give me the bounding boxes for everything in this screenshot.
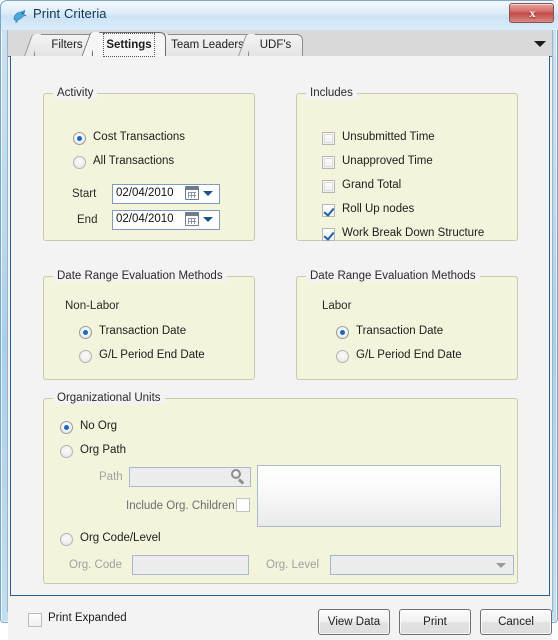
- checkbox-unsubmitted-time-label[interactable]: Unsubmitted Time: [342, 131, 435, 143]
- org-path-label: Path: [99, 471, 123, 483]
- radio-nonlabor-transaction-date-label[interactable]: Transaction Date: [99, 325, 186, 337]
- org-path-listbox[interactable]: [257, 465, 501, 527]
- checkbox-unapproved-time[interactable]: [322, 156, 335, 169]
- radio-no-org[interactable]: [60, 421, 73, 434]
- radio-cost-transactions[interactable]: [73, 132, 86, 145]
- labor-date-range-group: Date Range Evaluation Methods Labor Tran…: [296, 270, 518, 380]
- organizational-units-group: Organizational Units No Org Org Path Pat…: [43, 392, 518, 584]
- end-date-label: End: [77, 214, 98, 226]
- checkbox-unapproved-time-label[interactable]: Unapproved Time: [342, 155, 433, 167]
- title-bar: Print Criteria x: [1, 1, 558, 30]
- checkbox-wbs[interactable]: [322, 228, 335, 241]
- checkbox-wbs-label[interactable]: Work Break Down Structure: [342, 227, 484, 239]
- calendar-icon: [185, 186, 199, 200]
- nonlabor-subtitle: Non-Labor: [65, 300, 120, 312]
- tab-settings[interactable]: Settings: [92, 32, 166, 57]
- close-icon: x: [529, 6, 536, 20]
- checkbox-roll-up-nodes-label[interactable]: Roll Up nodes: [342, 203, 414, 215]
- activity-group-title: Activity: [53, 87, 98, 99]
- chevron-down-icon: [496, 563, 506, 568]
- start-date-label: Start: [72, 188, 97, 200]
- checkbox-unsubmitted-time[interactable]: [322, 132, 335, 145]
- settings-tab-page: Activity Cost Transactions All Transacti…: [10, 56, 550, 596]
- checkbox-print-expanded-label[interactable]: Print Expanded: [48, 612, 127, 624]
- radio-nonlabor-gl-period-end-date[interactable]: [79, 350, 92, 363]
- checkbox-include-org-children[interactable]: [236, 498, 250, 512]
- checkbox-print-expanded[interactable]: [28, 613, 42, 627]
- dialog-footer: Print Expanded View Data Print Cancel: [8, 596, 552, 640]
- radio-labor-transaction-date[interactable]: [336, 326, 349, 339]
- radio-org-path[interactable]: [60, 445, 73, 458]
- radio-all-transactions[interactable]: [73, 156, 86, 169]
- radio-cost-transactions-label[interactable]: Cost Transactions: [93, 131, 185, 143]
- org-code-input[interactable]: [132, 555, 249, 575]
- close-button[interactable]: x: [509, 3, 554, 23]
- dialog-client-area: Filters Settings Team Leaders UDF's Acti…: [7, 30, 553, 640]
- org-level-select[interactable]: [330, 555, 514, 575]
- chevron-down-icon[interactable]: [533, 38, 546, 50]
- radio-labor-gl-period-end-date[interactable]: [336, 350, 349, 363]
- tab-udfs[interactable]: UDF's: [248, 34, 303, 56]
- radio-org-code-level-label[interactable]: Org Code/Level: [80, 532, 161, 544]
- tab-udfs-label: UDF's: [259, 39, 292, 51]
- checkbox-grand-total[interactable]: [322, 180, 335, 193]
- labor-group-title: Date Range Evaluation Methods: [306, 270, 480, 282]
- radio-labor-gl-period-end-date-label[interactable]: G/L Period End Date: [356, 349, 462, 361]
- radio-org-path-label[interactable]: Org Path: [80, 444, 126, 456]
- radio-all-transactions-label[interactable]: All Transactions: [93, 155, 174, 167]
- end-date-calendar-button[interactable]: [185, 212, 217, 227]
- view-data-button[interactable]: View Data: [318, 609, 390, 635]
- org-code-label: Org. Code: [69, 559, 123, 571]
- checkbox-roll-up-nodes[interactable]: [322, 204, 335, 217]
- print-button[interactable]: Print: [399, 609, 471, 635]
- print-criteria-window: Print Criteria x Filters Settings Team L…: [0, 0, 558, 640]
- tab-team-leaders-label: Team Leaders: [171, 39, 244, 51]
- radio-org-code-level[interactable]: [60, 533, 73, 546]
- include-org-children-label: Include Org. Children: [126, 500, 235, 512]
- includes-group: Includes Unsubmitted Time Unapproved Tim…: [296, 87, 518, 241]
- chevron-down-icon: [203, 217, 213, 222]
- nonlabor-date-range-group: Date Range Evaluation Methods Non-Labor …: [43, 270, 255, 380]
- radio-nonlabor-transaction-date[interactable]: [79, 326, 92, 339]
- calendar-icon: [185, 212, 199, 226]
- org-units-group-title: Organizational Units: [53, 392, 165, 404]
- radio-labor-transaction-date-label[interactable]: Transaction Date: [356, 325, 443, 337]
- org-level-label: Org. Level: [266, 559, 320, 571]
- includes-group-title: Includes: [306, 87, 357, 99]
- tab-filters-label: Filters: [51, 39, 83, 51]
- tab-strip: Filters Settings Team Leaders UDF's: [8, 30, 552, 57]
- window-title: Print Criteria: [33, 6, 107, 21]
- activity-group: Activity Cost Transactions All Transacti…: [43, 87, 255, 241]
- nonlabor-group-title: Date Range Evaluation Methods: [53, 270, 227, 282]
- labor-subtitle: Labor: [322, 300, 352, 312]
- radio-nonlabor-gl-period-end-date-label[interactable]: G/L Period End Date: [99, 349, 205, 361]
- bird-icon: [10, 7, 28, 25]
- tab-settings-label: Settings: [103, 33, 155, 57]
- cancel-button[interactable]: Cancel: [480, 609, 552, 635]
- radio-no-org-label[interactable]: No Org: [80, 420, 117, 432]
- magnifier-icon[interactable]: [230, 469, 246, 485]
- checkbox-grand-total-label[interactable]: Grand Total: [342, 179, 401, 191]
- chevron-down-icon: [203, 191, 213, 196]
- start-date-calendar-button[interactable]: [185, 186, 217, 201]
